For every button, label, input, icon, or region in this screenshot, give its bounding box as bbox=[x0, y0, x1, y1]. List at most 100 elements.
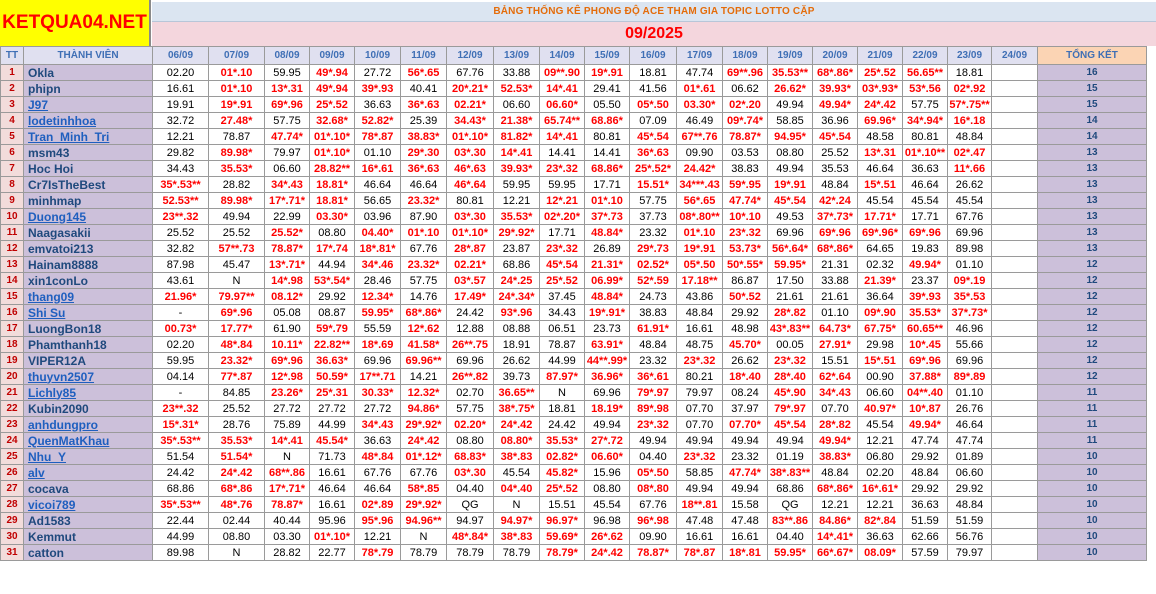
result-cell: 17.71* bbox=[857, 208, 903, 225]
result-cell: 29.41 bbox=[584, 80, 630, 97]
member-name[interactable]: Duong145 bbox=[23, 208, 153, 225]
result-cell: 38.83 bbox=[629, 304, 677, 321]
member-name[interactable]: Shi Su bbox=[23, 304, 153, 321]
result-cell: 25*.52 bbox=[309, 96, 355, 113]
result-cell: 04.40 bbox=[767, 528, 813, 545]
result-cell: 48*.76 bbox=[208, 496, 265, 513]
result-cell: 80.81 bbox=[902, 128, 948, 145]
result-cell: 38*.75* bbox=[493, 400, 540, 417]
member-name[interactable]: Lichly85 bbox=[23, 384, 153, 401]
result-cell: 41.56 bbox=[629, 80, 677, 97]
result-cell: 20*.21* bbox=[446, 80, 494, 97]
result-cell: 06.60 bbox=[493, 96, 540, 113]
result-cell: 49.94 bbox=[584, 416, 630, 433]
member-name[interactable]: vicoi789 bbox=[23, 496, 153, 513]
row-index: 26 bbox=[0, 464, 24, 481]
result-cell: 14.41 bbox=[539, 144, 585, 161]
member-name[interactable]: lodetinhhoa bbox=[23, 112, 153, 129]
result-cell: 19.83 bbox=[902, 240, 948, 257]
member-name[interactable]: thang09 bbox=[23, 288, 153, 305]
result-cell: 71.73 bbox=[309, 448, 355, 465]
result-cell: 29*.92* bbox=[400, 416, 447, 433]
member-name[interactable]: Nhu_Y bbox=[23, 448, 153, 465]
member-name: phipn bbox=[23, 80, 153, 97]
total-cell: 12 bbox=[1037, 336, 1147, 353]
result-cell: 68*.86* bbox=[400, 304, 447, 321]
row-index: 15 bbox=[0, 288, 24, 305]
result-cell: 28*.87 bbox=[446, 240, 494, 257]
result-cell: 49.94 bbox=[722, 432, 768, 449]
result-cell: 67.76 bbox=[446, 64, 494, 81]
result-cell: 47.74 bbox=[947, 432, 992, 449]
result-cell: 94.95* bbox=[767, 128, 813, 145]
result-cell: 49.94 bbox=[767, 96, 813, 113]
result-cell: 08.80* bbox=[493, 432, 540, 449]
result-cell: 78*.79 bbox=[354, 544, 401, 561]
member-name[interactable]: anhdungpro bbox=[23, 416, 153, 433]
result-cell: 03*.30 bbox=[446, 464, 494, 481]
result-cell: 34*.43 bbox=[354, 416, 401, 433]
member-name: Hainam8888 bbox=[23, 256, 153, 273]
col-header-date: 16/09 bbox=[629, 46, 677, 65]
result-cell-empty bbox=[991, 192, 1038, 209]
result-cell: 07.70* bbox=[722, 416, 768, 433]
member-name: Hoc Hoi bbox=[23, 160, 153, 177]
result-cell: 69*.96 bbox=[264, 96, 310, 113]
result-cell: 17.50 bbox=[767, 272, 813, 289]
result-cell: 29*.92* bbox=[400, 496, 447, 513]
result-cell-empty bbox=[991, 176, 1038, 193]
result-cell: 12.21 bbox=[354, 528, 401, 545]
site-logo[interactable]: KETQUA04.NET bbox=[0, 0, 151, 46]
row-index: 22 bbox=[0, 400, 24, 417]
member-name[interactable]: QuenMatKhau bbox=[23, 432, 153, 449]
total-cell: 13 bbox=[1037, 192, 1147, 209]
result-cell: 43.61 bbox=[152, 272, 209, 289]
result-cell-empty bbox=[991, 384, 1038, 401]
result-cell: 02*.20* bbox=[539, 208, 585, 225]
result-cell: 53.73* bbox=[722, 240, 768, 257]
member-name[interactable]: alv bbox=[23, 464, 153, 481]
result-cell: 48.84 bbox=[947, 496, 992, 513]
result-cell: 12*.62 bbox=[400, 320, 447, 337]
result-cell: 87.90 bbox=[400, 208, 447, 225]
result-cell: N bbox=[400, 528, 447, 545]
result-cell: 23**.32 bbox=[152, 208, 209, 225]
member-name[interactable]: J97 bbox=[23, 96, 153, 113]
member-name[interactable]: thuyvn2507 bbox=[23, 368, 153, 385]
result-cell: 46.64 bbox=[902, 176, 948, 193]
result-cell: 86.87 bbox=[722, 272, 768, 289]
result-cell: 69.96* bbox=[857, 112, 903, 129]
result-cell: 32.68* bbox=[309, 112, 355, 129]
result-cell: 79*.97 bbox=[629, 384, 677, 401]
result-cell: 06.99* bbox=[584, 272, 630, 289]
result-cell: 19*.91 bbox=[767, 176, 813, 193]
result-cell: 17.49* bbox=[446, 288, 494, 305]
result-cell: 23*.32 bbox=[629, 416, 677, 433]
table-row: 9 minhmap 52.53** 89.98* 17*.71* 18.81* 56.65 2… bbox=[0, 192, 1147, 209]
result-cell: 01*.10 bbox=[676, 224, 723, 241]
member-name[interactable]: Tran_Minh_Tri bbox=[23, 128, 153, 145]
total-cell: 11 bbox=[1037, 416, 1147, 433]
result-cell-empty bbox=[991, 352, 1038, 369]
result-cell: 37*.73 bbox=[584, 208, 630, 225]
result-cell: 21.39* bbox=[857, 272, 903, 289]
member-name: xin1conLo bbox=[23, 272, 153, 289]
total-cell: 13 bbox=[1037, 160, 1147, 177]
row-index: 29 bbox=[0, 512, 24, 529]
result-cell: 45.54 bbox=[947, 192, 992, 209]
result-cell: 04**.40 bbox=[902, 384, 948, 401]
result-cell: 36.96* bbox=[584, 368, 630, 385]
result-cell: 48*.84 bbox=[354, 448, 401, 465]
result-cell: 25*.31 bbox=[309, 384, 355, 401]
result-cell: 12.32* bbox=[400, 384, 447, 401]
table-row: 24 QuenMatKhau 35*.53** 35.53* 14*.41 45.54* 3… bbox=[0, 432, 1147, 449]
result-cell: 01*.10* bbox=[309, 144, 355, 161]
result-cell: 08.80 bbox=[446, 432, 494, 449]
result-cell: 59*.95 bbox=[722, 176, 768, 193]
total-cell: 13 bbox=[1037, 208, 1147, 225]
result-cell-empty bbox=[991, 512, 1038, 529]
result-cell: 78.79 bbox=[400, 544, 447, 561]
result-cell: 02.52* bbox=[629, 256, 677, 273]
result-cell: 48.84 bbox=[947, 128, 992, 145]
result-cell: 55.66 bbox=[947, 336, 992, 353]
